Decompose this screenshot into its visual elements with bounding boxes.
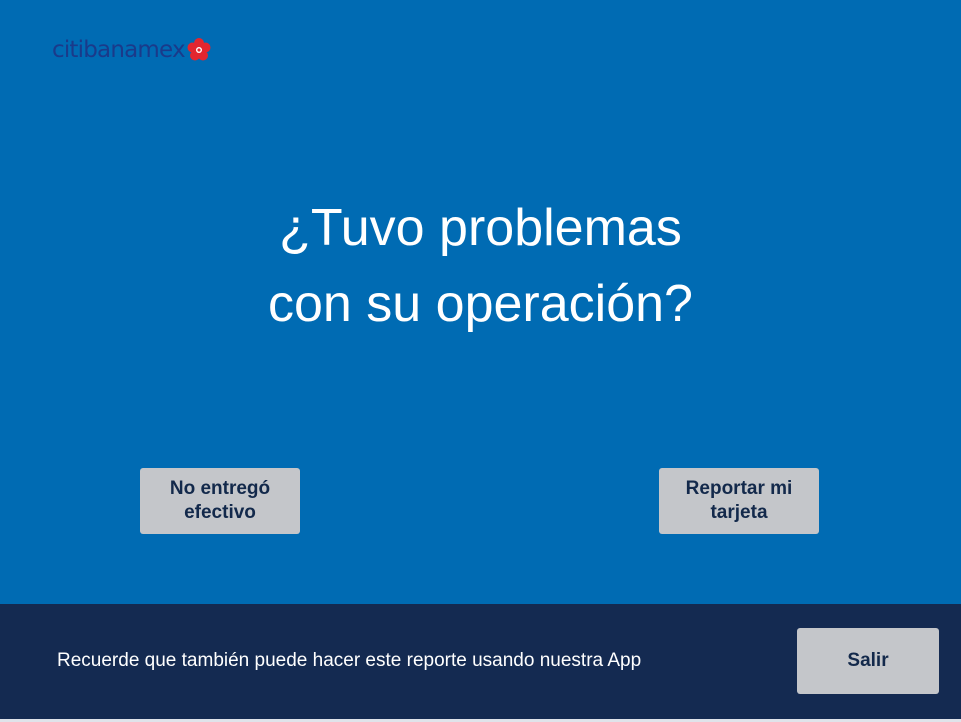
main-panel: citibanamex ¿Tuvo problemas con su opera… bbox=[0, 0, 961, 604]
exit-button[interactable]: Salir bbox=[797, 628, 939, 694]
report-card-button[interactable]: Reportar mi tarjeta bbox=[659, 468, 819, 534]
title-line-2: con su operación? bbox=[268, 275, 693, 333]
title-line-1: ¿Tuvo problemas bbox=[279, 199, 682, 257]
flower-logo-icon bbox=[187, 38, 211, 61]
app-reminder-text: Recuerde que también puede hacer este re… bbox=[57, 650, 642, 671]
page-title: ¿Tuvo problemas con su operación? bbox=[0, 190, 961, 342]
logo-text: citibanamex bbox=[52, 36, 186, 63]
no-cash-dispensed-button[interactable]: No entregó efectivo bbox=[140, 468, 300, 534]
citibanamex-logo: citibanamex bbox=[52, 34, 212, 66]
